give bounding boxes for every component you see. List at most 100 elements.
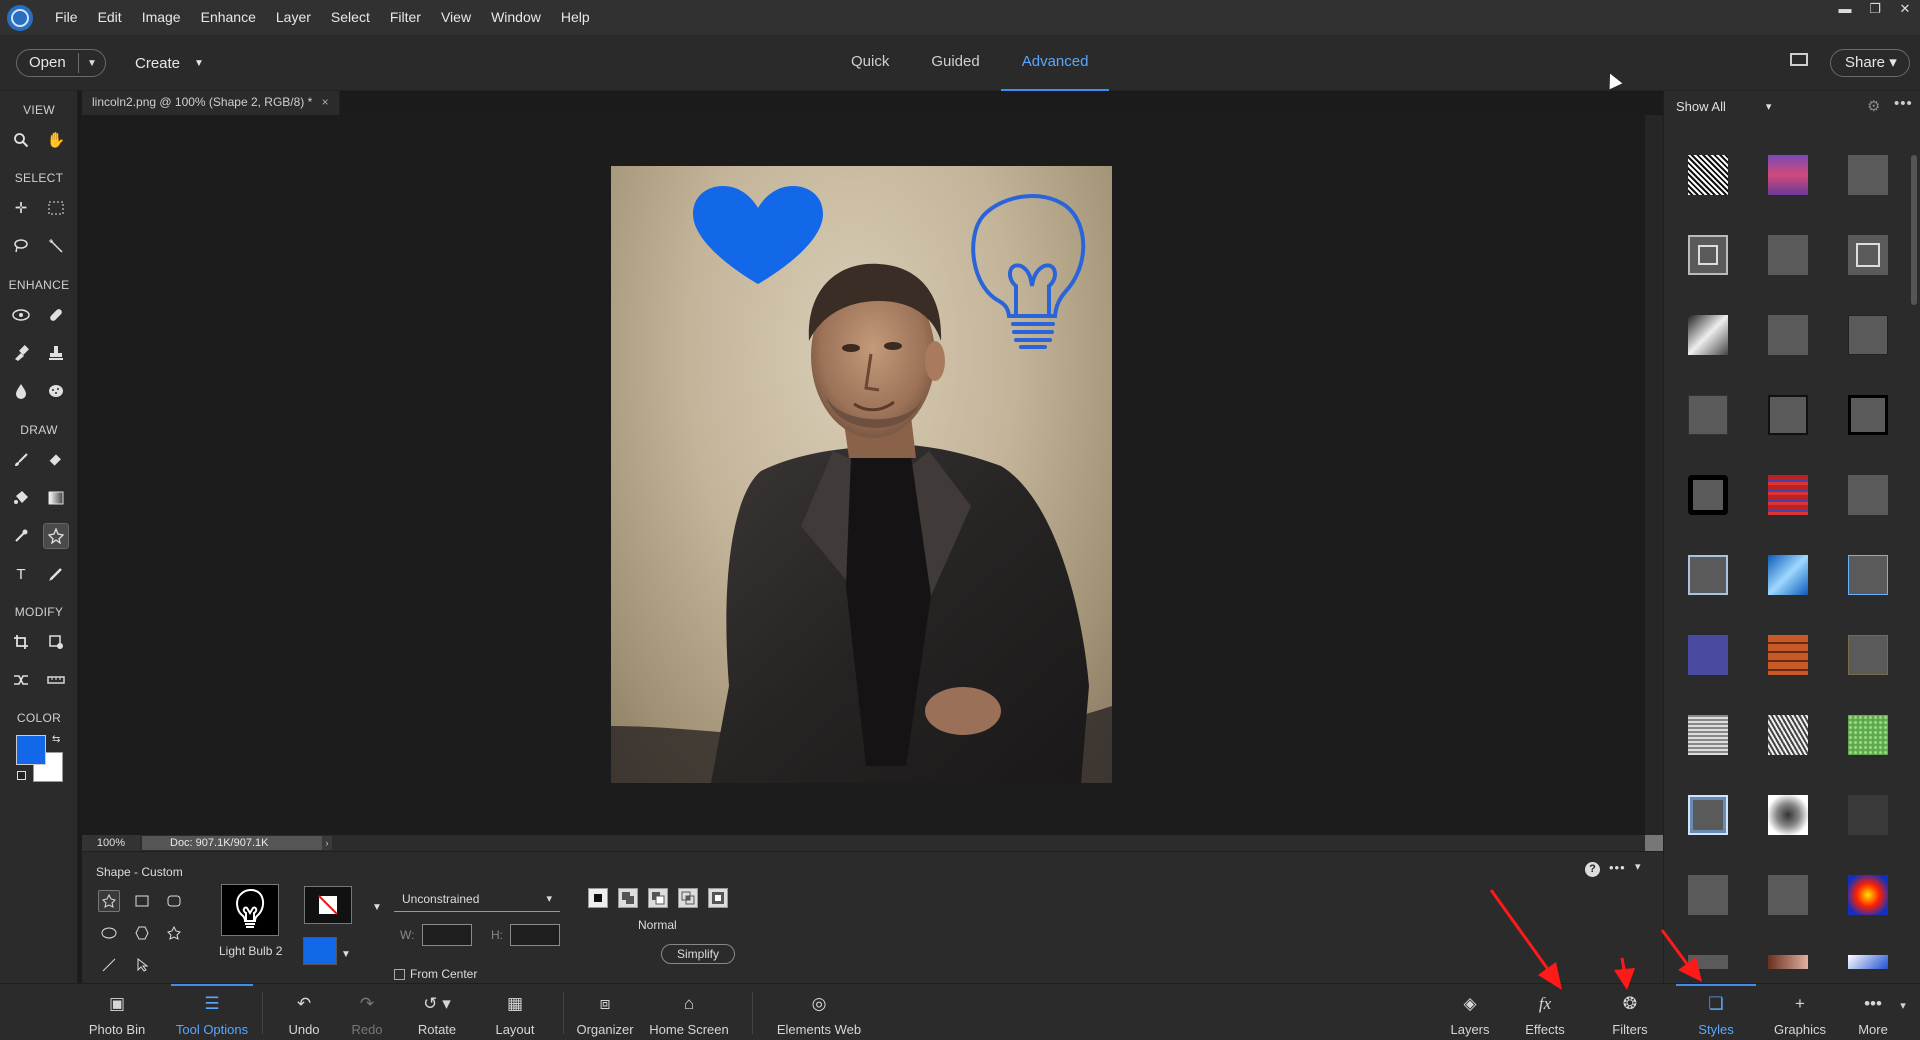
help-icon[interactable]: ?: [1585, 862, 1600, 877]
menu-view[interactable]: View: [431, 0, 481, 35]
exclude-shape-icon[interactable]: [708, 888, 728, 908]
style-swatch[interactable]: [1688, 475, 1728, 515]
share-button[interactable]: Share ▾: [1830, 49, 1910, 77]
add-shape-icon[interactable]: [618, 888, 638, 908]
intersect-shape-icon[interactable]: [678, 888, 698, 908]
spot-healing-tool-icon[interactable]: [43, 302, 69, 328]
menu-layer[interactable]: Layer: [266, 0, 321, 35]
tab-quick[interactable]: Quick: [830, 35, 910, 91]
style-swatch[interactable]: [1688, 315, 1728, 355]
menu-help[interactable]: Help: [551, 0, 600, 35]
style-swatch[interactable]: [1848, 955, 1888, 969]
gear-icon[interactable]: ⚙: [1867, 97, 1880, 115]
style-swatch[interactable]: [1688, 635, 1728, 675]
clone-stamp-tool-icon[interactable]: [43, 340, 69, 366]
style-swatch[interactable]: [1848, 315, 1888, 355]
style-swatch[interactable]: [1688, 555, 1728, 595]
more-dropdown-button[interactable]: ▾: [1894, 984, 1912, 1040]
home-screen-button[interactable]: ⌂ Home Screen: [649, 984, 728, 1040]
more-button[interactable]: ••• More: [1855, 984, 1891, 1040]
styles-scrollbar[interactable]: [1911, 155, 1917, 305]
foreground-color-swatch[interactable]: [16, 735, 46, 765]
layout-button[interactable]: ▦ Layout: [494, 984, 536, 1040]
content-aware-move-tool-icon[interactable]: [8, 667, 34, 693]
lasso-tool-icon[interactable]: [8, 233, 34, 259]
pencil-tool-icon[interactable]: [43, 561, 69, 587]
minimize-button[interactable]: ▬: [1830, 0, 1860, 20]
menu-file[interactable]: File: [45, 0, 88, 35]
style-swatch[interactable]: [1848, 155, 1888, 195]
rounded-rectangle-shape-icon[interactable]: [163, 890, 185, 912]
close-tab-icon[interactable]: ×: [322, 95, 329, 109]
custom-shape-icon[interactable]: [98, 890, 120, 912]
undo-button[interactable]: ↶ Undo: [285, 984, 323, 1040]
crop-tool-icon[interactable]: [8, 629, 34, 655]
effects-button[interactable]: fx Effects: [1525, 984, 1565, 1040]
swap-colors-icon[interactable]: ⇆: [52, 734, 60, 745]
restore-button[interactable]: ❐: [1860, 0, 1890, 20]
simplify-button[interactable]: Simplify: [661, 944, 735, 964]
constraint-dropdown[interactable]: Unconstrained ▾: [394, 888, 560, 912]
canvas-image[interactable]: [611, 166, 1112, 783]
tab-guided[interactable]: Guided: [910, 35, 1000, 91]
close-window-button[interactable]: ✕: [1890, 0, 1920, 20]
smart-brush-tool-icon[interactable]: [8, 340, 34, 366]
move-tool-icon[interactable]: ✛: [8, 195, 34, 221]
style-swatch[interactable]: [1768, 235, 1808, 275]
photo-bin-button[interactable]: ▣ Photo Bin: [88, 984, 146, 1040]
shape-preview[interactable]: [221, 884, 279, 936]
shape-selection-icon[interactable]: [131, 954, 153, 976]
style-swatch[interactable]: [1848, 635, 1888, 675]
style-swatch[interactable]: [1768, 555, 1808, 595]
subtract-shape-icon[interactable]: [648, 888, 668, 908]
eraser-tool-icon[interactable]: [43, 447, 69, 473]
style-swatch[interactable]: [1688, 955, 1728, 969]
star-shape-icon[interactable]: [163, 922, 185, 944]
stroke-dropdown-icon[interactable]: ▼: [372, 902, 382, 913]
ellipse-shape-icon[interactable]: [98, 922, 120, 944]
style-swatch[interactable]: [1848, 235, 1888, 275]
stroke-color-swatch[interactable]: [304, 886, 352, 924]
blend-mode-label[interactable]: Normal: [638, 918, 677, 932]
mail-icon[interactable]: [1790, 53, 1808, 66]
status-menu-icon[interactable]: ›: [322, 836, 332, 850]
elements-web-button[interactable]: ◎ Elements Web: [776, 984, 862, 1040]
style-swatch[interactable]: [1768, 635, 1808, 675]
styles-filter-dropdown[interactable]: Show All ▾: [1664, 91, 1920, 121]
chevron-down-icon[interactable]: ▼: [79, 58, 105, 69]
blur-tool-icon[interactable]: [8, 378, 34, 404]
style-swatch[interactable]: [1768, 475, 1808, 515]
straighten-tool-icon[interactable]: [43, 667, 69, 693]
rotate-button[interactable]: ↺ ▾ Rotate: [416, 984, 458, 1040]
style-swatch[interactable]: [1848, 795, 1888, 835]
height-field[interactable]: [510, 924, 560, 946]
checkbox-icon[interactable]: [394, 968, 405, 980]
style-swatch[interactable]: [1768, 395, 1808, 435]
rectangle-shape-icon[interactable]: [131, 890, 153, 912]
polygon-shape-icon[interactable]: [131, 922, 153, 944]
menu-edit[interactable]: Edit: [88, 0, 132, 35]
quick-selection-tool-icon[interactable]: [43, 233, 69, 259]
style-swatch[interactable]: [1848, 715, 1888, 755]
style-swatch[interactable]: [1768, 315, 1808, 355]
style-swatch[interactable]: [1688, 235, 1728, 275]
style-swatch[interactable]: [1848, 395, 1888, 435]
styles-button[interactable]: ❏ Styles: [1676, 984, 1756, 1040]
graphics-button[interactable]: + Graphics: [1774, 984, 1826, 1040]
more-options-icon[interactable]: •••: [1894, 95, 1913, 112]
recompose-tool-icon[interactable]: [43, 629, 69, 655]
style-swatch[interactable]: [1688, 395, 1728, 435]
filters-button[interactable]: ❂ Filters: [1610, 984, 1650, 1040]
custom-shape-tool-icon[interactable]: [43, 523, 69, 549]
menu-enhance[interactable]: Enhance: [191, 0, 266, 35]
style-swatch[interactable]: [1768, 875, 1808, 915]
style-swatch[interactable]: [1768, 155, 1808, 195]
collapse-icon[interactable]: ▾: [1635, 860, 1641, 873]
type-tool-icon[interactable]: T: [8, 561, 34, 587]
tab-advanced[interactable]: Advanced: [1000, 35, 1110, 91]
default-colors-icon[interactable]: [17, 771, 26, 780]
tool-options-button[interactable]: ☰ Tool Options: [171, 984, 253, 1040]
menu-select[interactable]: Select: [321, 0, 380, 35]
style-swatch[interactable]: [1848, 555, 1888, 595]
style-swatch[interactable]: [1768, 955, 1808, 969]
